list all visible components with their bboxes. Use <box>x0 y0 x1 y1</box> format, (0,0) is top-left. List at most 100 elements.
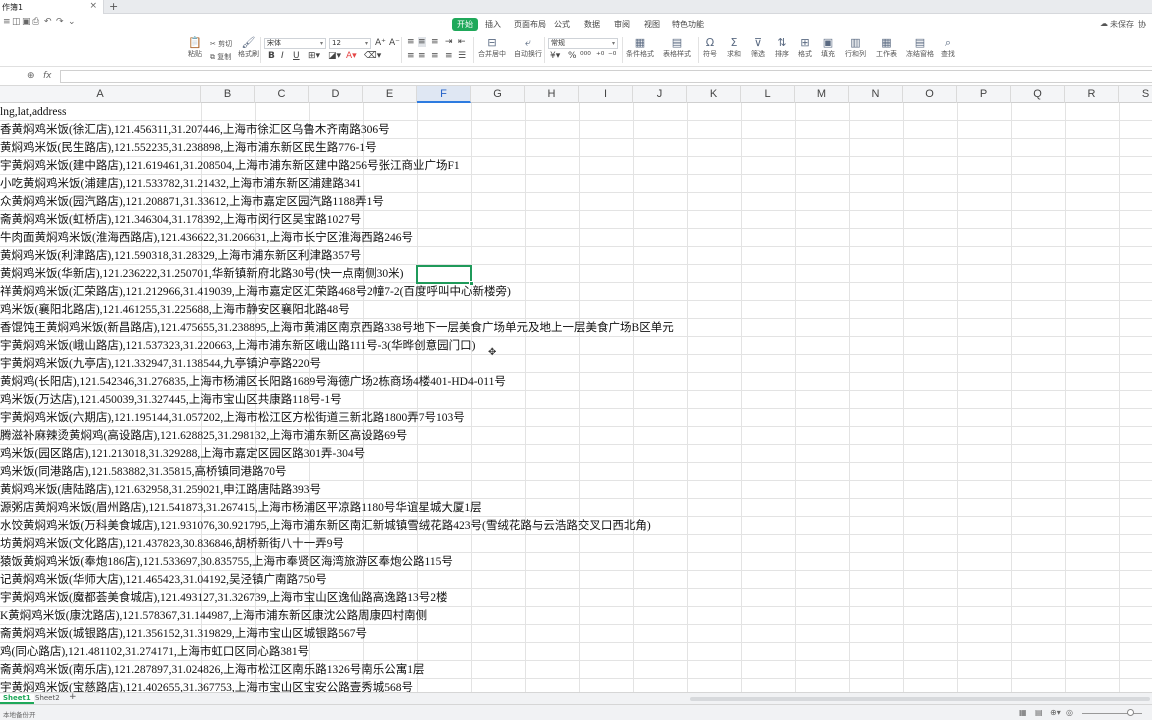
tab-special[interactable]: 特色功能 <box>672 19 704 30</box>
tab-insert[interactable]: 插入 <box>485 19 501 30</box>
tab-page-layout[interactable]: 页面布局 <box>514 19 546 30</box>
open-icon[interactable]: ◫ <box>12 17 21 27</box>
thousands-icon[interactable]: ⁰⁰⁰ <box>580 51 591 61</box>
zoom-slider-knob[interactable] <box>1127 709 1134 716</box>
copy-button[interactable]: ⧉ 复制 <box>210 52 231 62</box>
sheet-tab-sheet1[interactable]: Sheet1 <box>0 694 34 704</box>
column-header-p[interactable]: P <box>957 86 1011 103</box>
distribute-icon[interactable]: ☰ <box>458 51 466 61</box>
table-row[interactable]: 鸡米饭(万达店),121.450039,31.327445,上海市宝山区共康路1… <box>0 391 1152 409</box>
wrap-text-button[interactable]: ⤶ 自动换行 <box>514 37 542 59</box>
align-top-icon[interactable]: ≡ <box>407 37 415 47</box>
symbol-button[interactable]: Ω 符号 <box>703 37 717 59</box>
grow-font-icon[interactable]: A⁺ <box>375 38 386 48</box>
table-row[interactable]: 腾滋补麻辣烫黄焖鸡(高设路店),121.628825,31.298132,上海市… <box>0 427 1152 445</box>
format-button[interactable]: ⊞ 格式 <box>798 37 812 59</box>
close-tab-icon[interactable]: × <box>89 1 97 11</box>
fill-button[interactable]: ▣ 填充 <box>821 37 835 59</box>
table-row[interactable]: 众黄焖鸡米饭(园汽路店),121.208871,31.33612,上海市嘉定区园… <box>0 193 1152 211</box>
undo-icon[interactable]: ↶ <box>44 17 52 27</box>
tab-home[interactable]: 开始 <box>452 18 478 31</box>
horizontal-scrollbar[interactable] <box>690 697 1150 701</box>
fx-label[interactable]: fx <box>43 71 52 81</box>
indent-decrease-icon[interactable]: ⇤ <box>458 37 466 47</box>
decimal-dec-icon[interactable]: ⁻⁰ <box>608 51 616 61</box>
table-style-button[interactable]: ▤ 表格样式 <box>663 37 691 59</box>
eye-care-icon[interactable]: ◎ <box>1066 708 1073 717</box>
column-header-e[interactable]: E <box>363 86 417 103</box>
underline-icon[interactable]: U <box>293 51 300 61</box>
table-row[interactable]: 宇黄焖鸡米饭(六期店),121.195144,31.057202,上海市松江区方… <box>0 409 1152 427</box>
active-cell-f10[interactable] <box>416 265 474 286</box>
page-view-icon[interactable]: ▤ <box>1035 708 1043 717</box>
column-header-k[interactable]: K <box>687 86 741 103</box>
column-header-f[interactable]: F <box>417 86 471 103</box>
shrink-font-icon[interactable]: A⁻ <box>389 38 400 48</box>
column-header-s[interactable]: S <box>1119 86 1152 103</box>
column-header-n[interactable]: N <box>849 86 903 103</box>
column-header-m[interactable]: M <box>795 86 849 103</box>
align-right-icon[interactable]: ≡ <box>431 51 439 61</box>
border-icon[interactable]: ⊞▾ <box>308 51 320 61</box>
align-center-icon[interactable]: ≡ <box>418 51 426 61</box>
dropdown-icon[interactable]: ⌄ <box>68 17 76 27</box>
percent-icon[interactable]: % <box>568 51 577 61</box>
save-icon[interactable]: ▣ <box>22 17 31 27</box>
column-header-h[interactable]: H <box>525 86 579 103</box>
currency-icon[interactable]: ¥▾ <box>550 51 560 61</box>
column-header-c[interactable]: C <box>255 86 309 103</box>
menu-icon[interactable]: ≡ <box>3 17 11 27</box>
font-size-select[interactable]: 12 ▾ <box>329 38 371 49</box>
add-sheet-button[interactable]: + <box>66 692 80 702</box>
table-row[interactable]: 鸡米饭(襄阳北路店),121.461255,31.225688,上海市静安区襄阳… <box>0 301 1152 319</box>
fill-color-icon[interactable]: ◪▾ <box>328 51 341 61</box>
table-row[interactable]: 宇黄焖鸡米饭(魔都荟美食城店),121.493127,31.326739,上海市… <box>0 589 1152 607</box>
table-row[interactable]: 宇黄焖鸡米饭(峨山路店),121.537323,31.220663,上海市浦东新… <box>0 337 1152 355</box>
decimal-inc-icon[interactable]: ⁺⁰ <box>596 51 604 61</box>
format-painter-button[interactable]: 🖌 格式刷 <box>238 37 259 59</box>
paste-button[interactable]: 📋 粘贴 <box>188 37 202 59</box>
table-row[interactable]: 斋黄焖鸡米饭(虹桥店),121.346304,31.178392,上海市闵行区吴… <box>0 211 1152 229</box>
table-row[interactable]: 记黄焖鸡米饭(华师大店),121.465423,31.04192,吴泾镇广南路7… <box>0 571 1152 589</box>
column-header-j[interactable]: J <box>633 86 687 103</box>
table-row[interactable]: 水饺黄焖鸡米饭(万科美食城店),121.931076,30.921795,上海市… <box>0 517 1152 535</box>
column-header-g[interactable]: G <box>471 86 525 103</box>
print-icon[interactable]: ⎙ <box>32 17 39 27</box>
table-row[interactable]: 香馄饨王黄焖鸡米饭(新昌路店),121.475655,31.238895,上海市… <box>0 319 1152 337</box>
table-row[interactable]: 宇黄焖鸡米饭(九亭店),121.332947,31.138544,九亭镇沪亭路2… <box>0 355 1152 373</box>
column-header-i[interactable]: I <box>579 86 633 103</box>
conditional-format-button[interactable]: ▦ 条件格式 <box>626 37 654 59</box>
cut-button[interactable]: ✂ 剪切 <box>210 39 232 49</box>
tab-view[interactable]: 视图 <box>644 19 660 30</box>
table-row[interactable]: 鸡(同心路店),121.481102,31.274171,上海市虹口区同心路38… <box>0 643 1152 661</box>
document-tab[interactable]: 作簿1 × <box>0 0 104 14</box>
table-row[interactable]: lng,lat,address <box>0 103 1152 121</box>
indent-increase-icon[interactable]: ⇥ <box>445 37 453 47</box>
align-middle-icon[interactable]: ≡ <box>418 37 426 47</box>
freeze-panes-button[interactable]: ▤ 冻结窗格 <box>906 37 934 59</box>
table-row[interactable]: 坊黄焖鸡米饭(文化路店),121.437823,30.836846,胡桥新街八十… <box>0 535 1152 553</box>
tab-data[interactable]: 数据 <box>584 19 600 30</box>
formula-input[interactable] <box>60 70 1152 83</box>
justify-icon[interactable]: ≡ <box>445 51 453 61</box>
backup-status[interactable]: 本地备份开 <box>3 709 36 719</box>
cell-grid[interactable]: lng,lat,address 香黄焖鸡米饭(徐汇店),121.456311,31… <box>0 103 1152 692</box>
table-row[interactable]: 宇黄焖鸡米饭(建中路店),121.619461,31.208504,上海市浦东新… <box>0 157 1152 175</box>
table-row[interactable]: 宇黄焖鸡米饭(宝慈路店),121.402655,31.367753,上海市宝山区… <box>0 679 1152 692</box>
column-header-o[interactable]: O <box>903 86 957 103</box>
column-header-d[interactable]: D <box>309 86 363 103</box>
normal-view-icon[interactable]: ▦ <box>1019 708 1027 717</box>
redo-icon[interactable]: ↷ <box>56 17 64 27</box>
worksheet-button[interactable]: ▦ 工作表 <box>876 37 897 59</box>
sheet-tab-sheet2[interactable]: Sheet2 <box>32 694 63 702</box>
table-row[interactable]: 黄焖鸡米饭(唐陆路店),121.632958,31.259021,申江路唐陆路3… <box>0 481 1152 499</box>
table-row[interactable]: 黄焖鸡米饭(利津路店),121.590318,31.28329,上海市浦东新区利… <box>0 247 1152 265</box>
read-mode-icon[interactable]: ⊕▾ <box>1050 708 1061 717</box>
row-column-button[interactable]: ▥ 行和列 <box>845 37 866 59</box>
tab-review[interactable]: 审阅 <box>614 19 630 30</box>
table-row[interactable]: 香黄焖鸡米饭(徐汇店),121.456311,31.207446,上海市徐汇区乌… <box>0 121 1152 139</box>
align-bottom-icon[interactable]: ≡ <box>431 37 439 47</box>
table-row[interactable]: 黄焖鸡米饭(华新店),121.236222,31.250701,华新镇新府北路3… <box>0 265 1152 283</box>
bold-icon[interactable]: B <box>268 51 275 61</box>
italic-icon[interactable]: I <box>281 51 284 61</box>
